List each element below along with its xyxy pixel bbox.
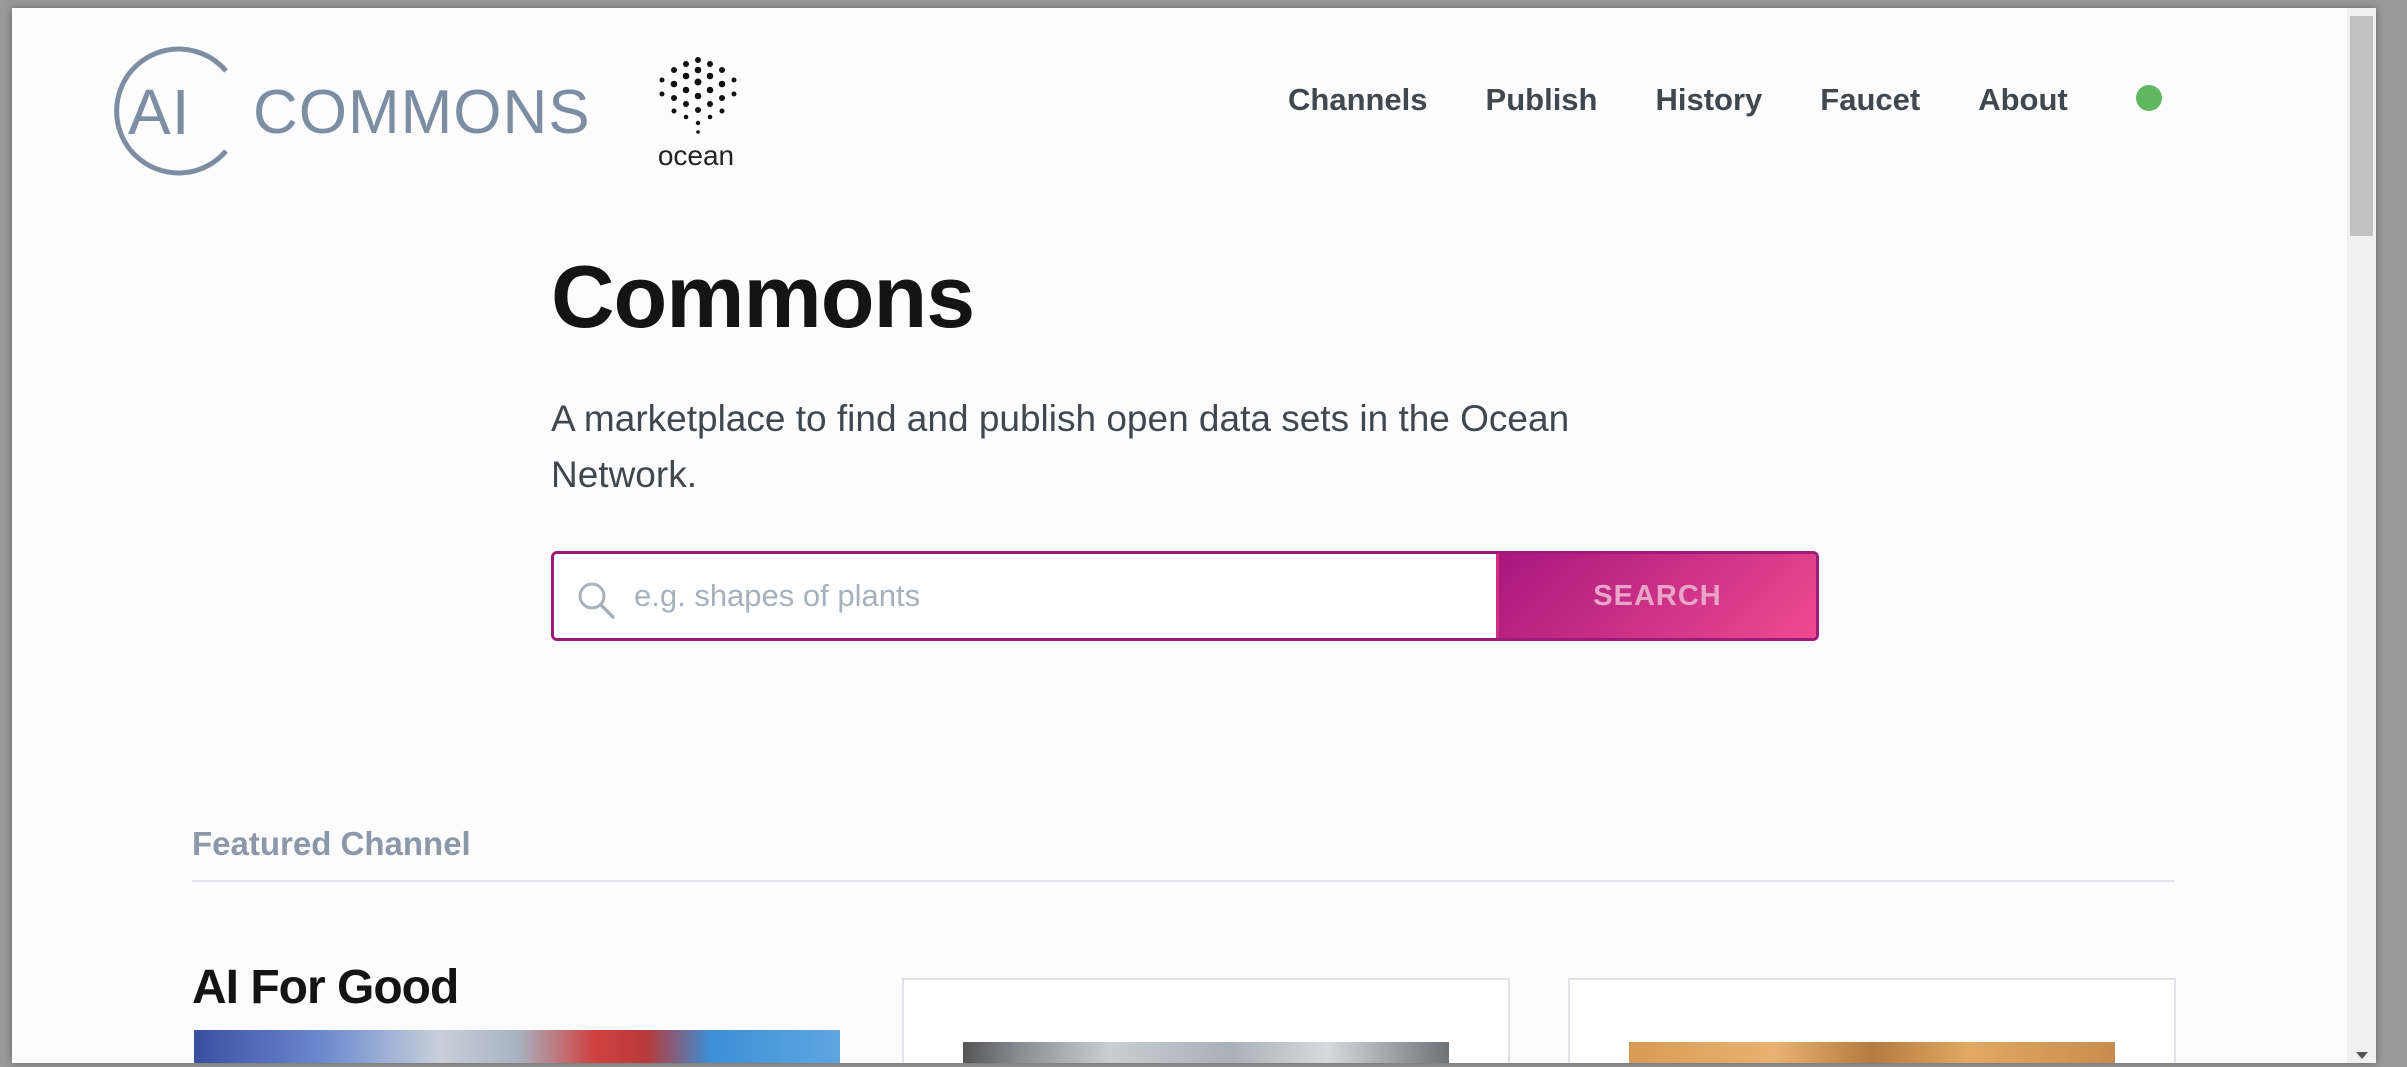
- search-input[interactable]: [634, 554, 1484, 638]
- nav-history[interactable]: History: [1655, 82, 1762, 118]
- search-field: [554, 554, 1499, 638]
- nav-about[interactable]: About: [1978, 82, 2068, 118]
- page-description: A marketplace to find and publish open d…: [551, 398, 1570, 495]
- asset-card[interactable]: [902, 978, 1510, 1063]
- asset-card-image: [963, 1042, 1449, 1063]
- search-button[interactable]: SEARCH: [1499, 554, 1816, 638]
- main-nav: Channels Publish History Faucet About: [1288, 82, 2126, 118]
- connection-status-icon[interactable]: [2136, 85, 2162, 111]
- ocean-logo[interactable]: ocean: [646, 56, 746, 176]
- scrollbar-thumb[interactable]: [2350, 16, 2373, 236]
- page-title: Commons: [551, 247, 975, 346]
- nav-publish[interactable]: Publish: [1486, 82, 1598, 118]
- browser-window: AI COMMONS ocean Channels Publish Histor…: [12, 8, 2376, 1063]
- search-icon: [578, 582, 615, 619]
- featured-channel-heading: Featured Channel: [192, 825, 471, 862]
- channel-title[interactable]: AI For Good: [192, 960, 459, 1015]
- asset-card[interactable]: [1568, 978, 2176, 1063]
- ai-commons-logo[interactable]: AI COMMONS: [98, 41, 590, 181]
- divider: [192, 880, 2175, 882]
- logo-commons-text: COMMONS: [253, 78, 591, 147]
- logo-ai-text: AI: [128, 76, 191, 148]
- channel-image[interactable]: [194, 1030, 840, 1063]
- asset-card-image: [1629, 1042, 2115, 1063]
- ocean-dots-icon: [659, 57, 737, 134]
- scroll-down-arrow-icon[interactable]: [2356, 1052, 2368, 1059]
- search-form: SEARCH: [551, 551, 1819, 641]
- ocean-logo-text: ocean: [657, 140, 735, 171]
- nav-channels[interactable]: Channels: [1288, 82, 1428, 118]
- nav-faucet[interactable]: Faucet: [1820, 82, 1920, 118]
- vertical-scrollbar[interactable]: [2347, 8, 2376, 1063]
